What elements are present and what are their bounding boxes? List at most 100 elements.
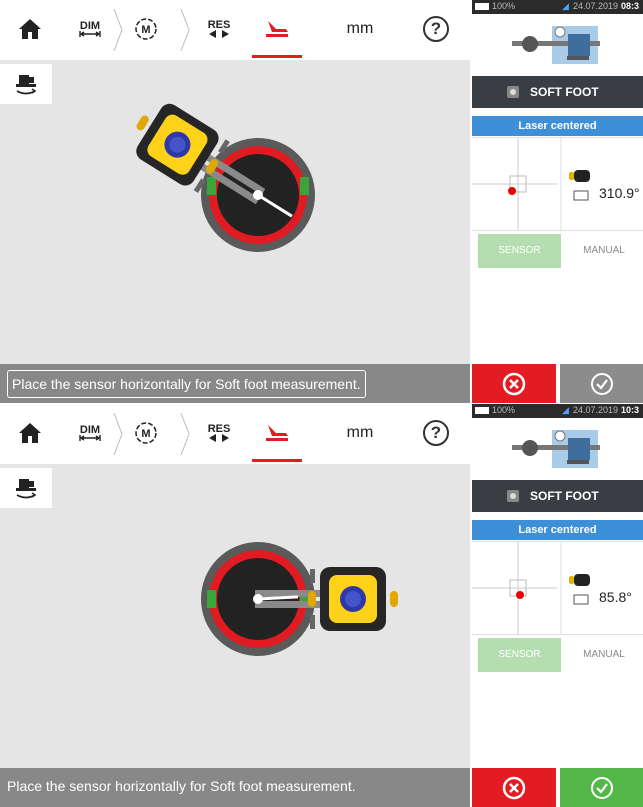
step-separator	[180, 412, 190, 456]
sensor-chip-icon	[507, 490, 519, 502]
toolbar: DIM M RES mm ?	[0, 0, 470, 60]
help-icon: ?	[423, 16, 449, 42]
green-marker	[207, 177, 216, 195]
mode-selector: SENSOR MANUAL	[472, 638, 643, 674]
soft-foot-title: SOFT FOOT	[530, 489, 599, 503]
battery-icon	[475, 3, 489, 10]
unit-label: mm	[346, 20, 374, 37]
mode-selector: SENSOR MANUAL	[472, 234, 643, 270]
soft-foot-header: SOFT FOOT	[472, 480, 643, 512]
main-area: DIM M RES mm ? Place the sensor horizont…	[0, 0, 470, 403]
svg-text:M: M	[141, 428, 150, 440]
unit-label: mm	[346, 424, 374, 441]
laser-target	[472, 138, 590, 230]
sensor-visual	[201, 542, 398, 656]
close-icon	[502, 372, 526, 395]
soft-foot-title: SOFT FOOT	[530, 85, 599, 99]
machine-button[interactable]: M	[128, 404, 164, 462]
battery-level: 100%	[492, 405, 516, 415]
help-button[interactable]: ?	[416, 0, 456, 58]
res-label: RES	[207, 19, 231, 31]
angle-readout: 85.8°	[599, 589, 632, 605]
check-icon	[590, 776, 613, 799]
soft-foot-icon	[266, 21, 288, 37]
machine-thumbnail[interactable]	[472, 418, 643, 480]
device-status-bar: 100% ◢ 24.07.2019 10:3	[472, 404, 643, 418]
status-message: Place the sensor horizontally for Soft f…	[7, 778, 356, 794]
screenshot-1: DIM M RES mm ? Place the sensor horizont…	[0, 0, 643, 403]
step-separator	[113, 412, 123, 456]
signal-icon: ◢	[562, 405, 569, 415]
soft-foot-icon	[266, 425, 288, 441]
cancel-button[interactable]	[472, 768, 556, 807]
res-button[interactable]: RES	[196, 0, 242, 58]
battery-level: 100%	[492, 1, 516, 11]
screenshot-2: DIM M RES mm ? Place the sensor horizont…	[0, 404, 643, 807]
green-marker	[207, 590, 216, 608]
machine-icon: M	[135, 422, 157, 444]
confirm-button[interactable]	[560, 768, 643, 807]
dimension-arrow-icon	[79, 31, 101, 37]
machine-button[interactable]: M	[128, 0, 164, 58]
results-arrows-icon	[209, 30, 229, 38]
needle-hub	[253, 190, 263, 200]
dim-button[interactable]: DIM	[66, 0, 114, 58]
manual-button[interactable]: MANUAL	[568, 638, 640, 672]
laser-status: Laser centered	[472, 116, 643, 136]
res-button[interactable]: RES	[196, 404, 242, 462]
status-date: 24.07.2019	[573, 405, 619, 415]
check-icon	[590, 372, 613, 395]
side-panel: 100% ◢ 24.07.2019 08:3 SOFT FOOT Laser c…	[472, 0, 643, 403]
unit-button[interactable]: mm	[340, 404, 380, 462]
laser-status: Laser centered	[472, 520, 643, 540]
action-buttons	[472, 364, 643, 403]
main-area: DIM M RES mm ? Place the sensor horizont…	[0, 404, 470, 807]
close-icon	[502, 776, 526, 799]
measurement-box: 85.8°	[472, 541, 643, 635]
soft-foot-header: SOFT FOOT	[472, 76, 643, 108]
machine-train-icon	[512, 26, 600, 64]
angle-needle	[257, 595, 299, 601]
results-arrows-icon	[209, 434, 229, 442]
active-tab-indicator	[252, 459, 302, 462]
dimension-arrow-icon	[79, 435, 101, 441]
signal-icon: ◢	[562, 1, 569, 11]
laser-dot	[508, 187, 516, 195]
home-icon	[19, 423, 41, 443]
action-buttons	[472, 768, 643, 807]
unit-button[interactable]: mm	[340, 0, 380, 58]
machine-train-icon	[512, 430, 600, 468]
measurement-box: 310.9°	[472, 137, 643, 231]
res-label: RES	[207, 423, 231, 435]
battery-icon	[475, 407, 489, 414]
step-separator	[180, 8, 190, 52]
status-time: 10:3	[621, 405, 640, 415]
soft-foot-tab[interactable]	[252, 0, 302, 58]
active-tab-indicator	[252, 55, 302, 58]
svg-text:M: M	[141, 24, 150, 36]
machine-icon: M	[135, 18, 157, 40]
cancel-button[interactable]	[472, 364, 556, 403]
status-bar: Place the sensor horizontally for Soft f…	[0, 768, 470, 807]
status-time: 08:3	[621, 1, 640, 11]
side-panel: 100% ◢ 24.07.2019 10:3 SOFT FOOT Laser c…	[472, 404, 643, 807]
dim-label: DIM	[79, 20, 101, 32]
dim-button[interactable]: DIM	[66, 404, 114, 462]
sensor-button[interactable]: SENSOR	[478, 638, 561, 672]
sensor-button[interactable]: SENSOR	[478, 234, 561, 268]
home-button[interactable]	[12, 404, 48, 462]
toolbar: DIM M RES mm ?	[0, 404, 470, 464]
device-status-bar: 100% ◢ 24.07.2019 08:3	[472, 0, 643, 14]
confirm-button[interactable]	[560, 364, 643, 403]
soft-foot-tab[interactable]	[252, 404, 302, 462]
laser-target	[472, 542, 590, 634]
help-button[interactable]: ?	[416, 404, 456, 462]
dim-label: DIM	[79, 424, 101, 436]
home-button[interactable]	[12, 0, 48, 58]
manual-button[interactable]: MANUAL	[568, 234, 640, 268]
green-marker	[300, 177, 309, 195]
machine-thumbnail[interactable]	[472, 14, 643, 76]
needle-hub	[253, 594, 263, 604]
angle-readout: 310.9°	[599, 185, 640, 201]
status-message: Place the sensor horizontally for Soft f…	[7, 370, 366, 398]
